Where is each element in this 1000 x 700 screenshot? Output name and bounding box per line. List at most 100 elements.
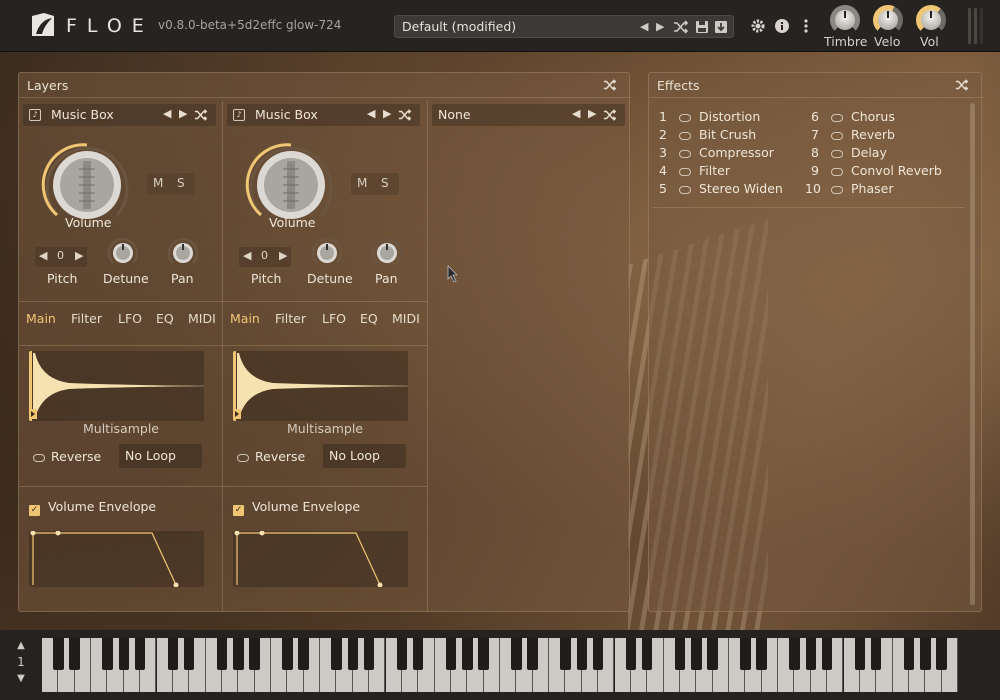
effects-scrollbar[interactable]	[970, 103, 975, 605]
effect-toggle-icon[interactable]	[831, 186, 843, 194]
layer-1-pan-knob[interactable]	[167, 237, 199, 269]
layer-1-pitch-stepper[interactable]: ◀ 0 ▶	[35, 247, 87, 267]
black-key[interactable]	[903, 638, 915, 670]
layers-shuffle-icon[interactable]	[603, 78, 617, 92]
layer-1-prev-icon[interactable]: ◀	[163, 107, 171, 120]
black-key[interactable]	[216, 638, 228, 670]
layer-1-header[interactable]: ♪ Music Box ◀ ▶	[23, 104, 216, 126]
black-key[interactable]	[233, 638, 244, 670]
layer-2-tab-lfo[interactable]: LFO	[322, 311, 346, 326]
layer-1-reverse-toggle[interactable]: Reverse	[33, 449, 101, 464]
black-key[interactable]	[641, 638, 653, 670]
layer-1-solo-button[interactable]: S	[177, 176, 185, 190]
black-key[interactable]	[920, 638, 931, 670]
black-key[interactable]	[396, 638, 408, 670]
effect-toggle-icon[interactable]	[679, 114, 691, 122]
kebab-menu-icon[interactable]	[797, 17, 815, 35]
pitch-up-icon[interactable]: ▶	[75, 249, 83, 262]
layer-1-tab-filter[interactable]: Filter	[71, 311, 102, 326]
layer-1-loop-select[interactable]: No Loop	[119, 444, 202, 468]
layer-2-pan-knob[interactable]	[371, 237, 403, 269]
black-key[interactable]	[576, 638, 587, 670]
black-key[interactable]	[789, 638, 800, 670]
black-key[interactable]	[331, 638, 342, 670]
black-key[interactable]	[282, 638, 293, 670]
effect-toggle-icon[interactable]	[679, 150, 691, 158]
layer-2-waveform[interactable]	[233, 351, 408, 421]
layer-2-shuffle-icon[interactable]	[398, 108, 412, 122]
layer-1-tab-lfo[interactable]: LFO	[118, 311, 142, 326]
piano-keyboard[interactable]	[42, 638, 958, 692]
black-key[interactable]	[870, 638, 882, 670]
info-icon[interactable]	[773, 17, 791, 35]
layer-2-reverse-toggle[interactable]: Reverse	[237, 449, 305, 464]
black-key[interactable]	[445, 638, 457, 670]
layer-2-header[interactable]: ♪ Music Box ◀ ▶	[227, 104, 420, 126]
layer-2-envelope-toggle[interactable]: ✓ Volume Envelope	[233, 499, 360, 516]
black-key[interactable]	[511, 638, 522, 670]
layer-2-tab-filter[interactable]: Filter	[275, 311, 306, 326]
effect-toggle-icon[interactable]	[679, 186, 691, 194]
layer-2-next-icon[interactable]: ▶	[383, 107, 391, 120]
layer-1-tab-eq[interactable]: EQ	[156, 311, 174, 326]
black-key[interactable]	[298, 638, 309, 670]
pitch-down-icon[interactable]: ◀	[39, 249, 47, 262]
layer-3-prev-icon[interactable]: ◀	[572, 107, 580, 120]
layer-2-mute-button[interactable]: M	[357, 176, 367, 190]
black-key[interactable]	[53, 638, 64, 670]
pitch-up-icon[interactable]: ▶	[279, 249, 287, 262]
black-key[interactable]	[936, 638, 947, 670]
black-key[interactable]	[821, 638, 833, 670]
black-key[interactable]	[756, 638, 767, 670]
black-key[interactable]	[478, 638, 489, 670]
effect-toggle-icon[interactable]	[831, 132, 843, 140]
layer-2-pitch-stepper[interactable]: ◀ 0 ▶	[239, 247, 291, 267]
layer-2-tab-eq[interactable]: EQ	[360, 311, 378, 326]
layer-1-shuffle-icon[interactable]	[194, 108, 208, 122]
effect-toggle-icon[interactable]	[679, 168, 691, 176]
black-key[interactable]	[69, 638, 80, 670]
layer-3-shuffle-icon[interactable]	[603, 108, 617, 122]
layer-1-next-icon[interactable]: ▶	[179, 107, 187, 120]
layer-1-tab-main[interactable]: Main	[26, 311, 56, 326]
layer-2-detune-knob[interactable]	[311, 237, 343, 269]
layer-2-tab-midi[interactable]: MIDI	[392, 311, 420, 326]
black-key[interactable]	[592, 638, 604, 670]
effect-toggle-icon[interactable]	[831, 168, 843, 176]
gear-icon[interactable]	[749, 17, 767, 35]
preset-prev-icon[interactable]: ◀	[640, 18, 648, 36]
black-key[interactable]	[363, 638, 375, 670]
black-key[interactable]	[412, 638, 424, 670]
black-key[interactable]	[462, 638, 473, 670]
preset-selector[interactable]: Default (modified) ◀ ▶	[394, 15, 734, 38]
preset-next-icon[interactable]: ▶	[656, 18, 664, 36]
layer-2-prev-icon[interactable]: ◀	[367, 107, 375, 120]
layer-3-next-icon[interactable]: ▶	[588, 107, 596, 120]
black-key[interactable]	[527, 638, 538, 670]
layer-1-envelope-graph[interactable]	[29, 531, 204, 587]
layer-3-header[interactable]: None ◀ ▶	[432, 104, 625, 126]
black-key[interactable]	[102, 638, 113, 670]
black-key[interactable]	[560, 638, 571, 670]
black-key[interactable]	[854, 638, 866, 670]
layer-1-mute-button[interactable]: M	[153, 176, 163, 190]
black-key[interactable]	[347, 638, 358, 670]
effect-toggle-icon[interactable]	[831, 114, 843, 122]
layer-2-envelope-graph[interactable]	[233, 531, 408, 587]
save-icon[interactable]	[694, 19, 710, 35]
black-key[interactable]	[118, 638, 129, 670]
preset-shuffle-icon[interactable]	[673, 19, 689, 35]
black-key[interactable]	[707, 638, 718, 670]
octave-up-icon[interactable]: ▲	[12, 640, 30, 651]
black-key[interactable]	[249, 638, 260, 670]
black-key[interactable]	[134, 638, 146, 670]
black-key[interactable]	[691, 638, 702, 670]
layer-1-envelope-toggle[interactable]: ✓ Volume Envelope	[29, 499, 156, 516]
effects-shuffle-icon[interactable]	[955, 78, 969, 92]
layer-2-tab-main[interactable]: Main	[230, 311, 260, 326]
effect-toggle-icon[interactable]	[679, 132, 691, 140]
black-key[interactable]	[674, 638, 686, 670]
black-key[interactable]	[167, 638, 179, 670]
layer-1-tab-midi[interactable]: MIDI	[188, 311, 216, 326]
octave-down-icon[interactable]: ▼	[12, 673, 30, 684]
